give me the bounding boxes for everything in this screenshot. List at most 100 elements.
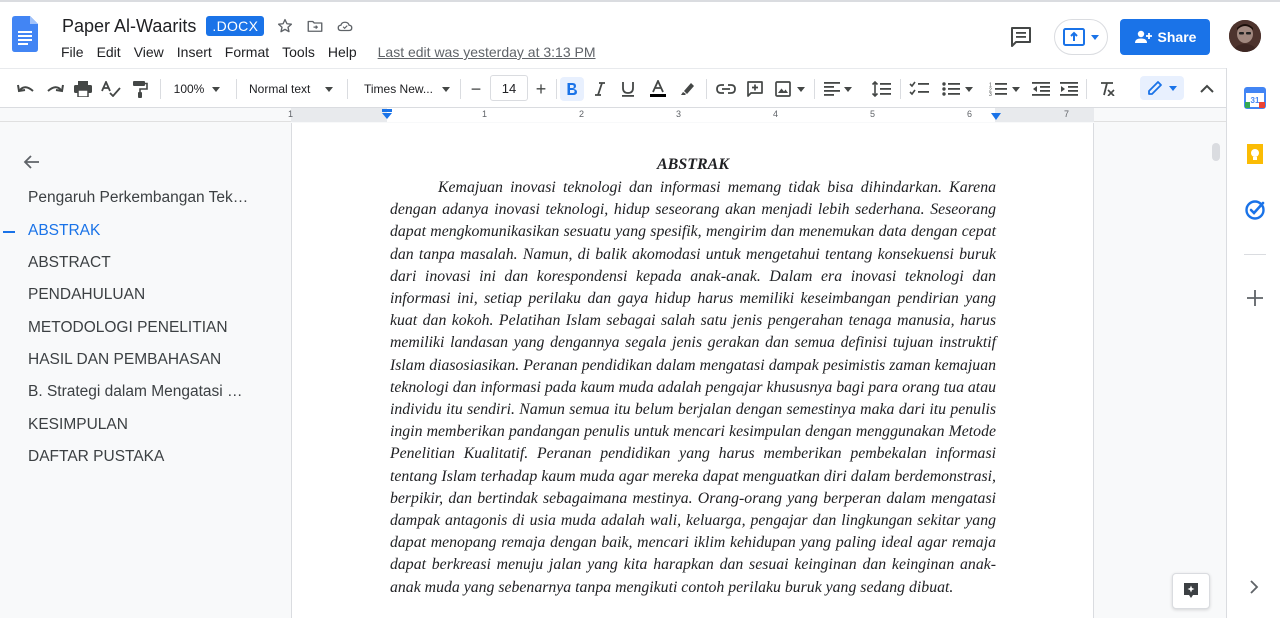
menu-tools[interactable]: Tools bbox=[282, 44, 315, 60]
decrease-indent-icon[interactable] bbox=[1029, 77, 1053, 101]
insert-link-icon[interactable] bbox=[714, 77, 738, 101]
vertical-scrollbar-thumb[interactable] bbox=[1212, 143, 1220, 161]
toolbar-divider bbox=[814, 79, 815, 99]
outline-item[interactable]: Pengaruh Perkembangan Tek… bbox=[28, 189, 248, 207]
menu-insert[interactable]: Insert bbox=[177, 44, 212, 60]
outline-item[interactable]: METODOLOGI PENELITIAN bbox=[28, 319, 228, 337]
zoom-value: 100% bbox=[173, 82, 205, 96]
outline-item[interactable]: HASIL DAN PEMBAHASAN bbox=[28, 351, 221, 369]
paint-format-icon[interactable] bbox=[128, 77, 152, 101]
font-family-select[interactable]: Times New... bbox=[358, 77, 456, 101]
chevron-down-icon bbox=[212, 86, 221, 92]
person-add-icon bbox=[1134, 30, 1152, 43]
chevron-down-icon bbox=[844, 86, 852, 92]
abstract-paragraph[interactable]: Kemajuan inovasi teknologi dan informasi… bbox=[390, 177, 996, 599]
line-spacing-icon[interactable] bbox=[868, 77, 894, 101]
cloud-status-icon[interactable] bbox=[336, 17, 354, 35]
outline-item[interactable]: ABSTRACT bbox=[28, 254, 111, 272]
font-size-input[interactable]: 14 bbox=[490, 75, 528, 101]
star-icon[interactable] bbox=[276, 17, 294, 35]
pencil-icon bbox=[1148, 81, 1162, 95]
italic-icon[interactable] bbox=[589, 77, 611, 101]
toolbar-divider bbox=[1086, 79, 1087, 99]
abstract-heading[interactable]: ABSTRAK bbox=[390, 156, 996, 174]
increase-font-size-button[interactable]: + bbox=[530, 77, 552, 101]
highlight-color-icon[interactable] bbox=[676, 77, 700, 101]
menu-edit[interactable]: Edit bbox=[97, 44, 121, 60]
collapse-toolbar-icon[interactable] bbox=[1195, 77, 1219, 101]
increase-indent-icon[interactable] bbox=[1057, 77, 1081, 101]
menu-format[interactable]: Format bbox=[225, 44, 269, 60]
add-addon-icon[interactable] bbox=[1245, 288, 1265, 308]
ruler-number: 4 bbox=[773, 109, 779, 119]
numbered-list-icon[interactable]: 123 bbox=[985, 77, 1023, 101]
ruler-number: 2 bbox=[579, 109, 585, 119]
underline-icon[interactable] bbox=[617, 77, 639, 101]
active-heading-indicator bbox=[3, 231, 15, 233]
clear-formatting-icon[interactable] bbox=[1095, 77, 1119, 101]
svg-text:31: 31 bbox=[1251, 96, 1260, 105]
present-button[interactable] bbox=[1054, 19, 1108, 55]
decrease-font-size-button[interactable]: − bbox=[465, 77, 487, 101]
bulleted-list-icon[interactable] bbox=[938, 77, 976, 101]
outline-item[interactable]: B. Strategi dalam Mengatasi … bbox=[28, 383, 243, 401]
chevron-down-icon bbox=[1011, 86, 1020, 92]
left-indent-marker-icon[interactable] bbox=[381, 109, 393, 121]
right-indent-marker-icon[interactable] bbox=[990, 113, 1002, 121]
toolbar-divider bbox=[347, 79, 348, 99]
add-comment-icon[interactable] bbox=[743, 77, 767, 101]
keep-notes-icon[interactable] bbox=[1244, 143, 1266, 165]
outline-item[interactable]: KESIMPULAN bbox=[28, 416, 128, 434]
paragraph-style-select[interactable]: Normal text bbox=[243, 77, 339, 101]
chevron-down-icon bbox=[797, 86, 805, 92]
side-panel-divider bbox=[1244, 254, 1266, 255]
chevron-right-icon[interactable] bbox=[1247, 580, 1261, 594]
document-page[interactable]: ABSTRAK Kemajuan inovasi teknologi dan i… bbox=[291, 123, 1094, 618]
menu-file[interactable]: File bbox=[61, 44, 84, 60]
docs-logo-icon[interactable] bbox=[12, 16, 38, 52]
comment-history-icon[interactable] bbox=[1009, 25, 1033, 49]
editing-mode-button[interactable] bbox=[1140, 76, 1184, 100]
horizontal-ruler[interactable]: 1 1 2 3 4 5 6 7 bbox=[0, 108, 1226, 122]
arrow-left-icon[interactable] bbox=[22, 152, 42, 172]
font-family-value: Times New... bbox=[364, 82, 433, 96]
undo-icon[interactable] bbox=[14, 77, 38, 101]
text-color-icon[interactable] bbox=[646, 77, 670, 101]
ruler-number: 3 bbox=[676, 109, 682, 119]
side-panel: 31 bbox=[1226, 68, 1280, 618]
chevron-down-icon bbox=[1169, 85, 1177, 91]
ruler-number: 7 bbox=[1064, 109, 1070, 119]
toolbar-divider bbox=[556, 79, 557, 99]
spellcheck-icon[interactable] bbox=[99, 77, 123, 101]
redo-icon[interactable] bbox=[43, 77, 67, 101]
share-button[interactable]: Share bbox=[1120, 19, 1210, 55]
explore-sparkle-icon bbox=[1184, 583, 1198, 598]
document-title[interactable]: Paper Al-Waarits bbox=[62, 16, 196, 37]
menu-view[interactable]: View bbox=[134, 44, 164, 60]
move-folder-icon[interactable] bbox=[306, 17, 324, 35]
present-icon bbox=[1063, 28, 1085, 46]
toolbar-divider bbox=[160, 79, 161, 99]
user-avatar[interactable] bbox=[1229, 20, 1261, 52]
outline-item[interactable]: DAFTAR PUSTAKA bbox=[28, 448, 164, 466]
align-left-icon[interactable] bbox=[820, 77, 856, 101]
outline-item-active[interactable]: ABSTRAK bbox=[28, 222, 100, 240]
bold-button[interactable] bbox=[560, 77, 584, 101]
calendar-icon[interactable]: 31 bbox=[1244, 87, 1266, 109]
zoom-select[interactable]: 100% bbox=[166, 77, 228, 101]
ruler-number: 1 bbox=[288, 109, 294, 119]
share-label: Share bbox=[1157, 29, 1197, 45]
tasks-icon[interactable] bbox=[1244, 199, 1266, 221]
print-icon[interactable] bbox=[71, 77, 95, 101]
insert-image-icon[interactable] bbox=[772, 77, 808, 101]
bold-icon bbox=[567, 83, 577, 95]
checklist-icon[interactable] bbox=[907, 77, 931, 101]
ruler-number: 5 bbox=[870, 109, 876, 119]
toolbar-divider bbox=[236, 79, 237, 99]
outline-item[interactable]: PENDAHULUAN bbox=[28, 286, 145, 304]
menu-help[interactable]: Help bbox=[328, 44, 357, 60]
google-docs-app: Paper Al-Waarits .DOCX File Edit View In… bbox=[0, 0, 1280, 618]
explore-button[interactable] bbox=[1172, 573, 1210, 609]
menu-bar: File Edit View Insert Format Tools Help … bbox=[61, 44, 596, 60]
last-edit-link[interactable]: Last edit was yesterday at 3:13 PM bbox=[378, 44, 596, 60]
